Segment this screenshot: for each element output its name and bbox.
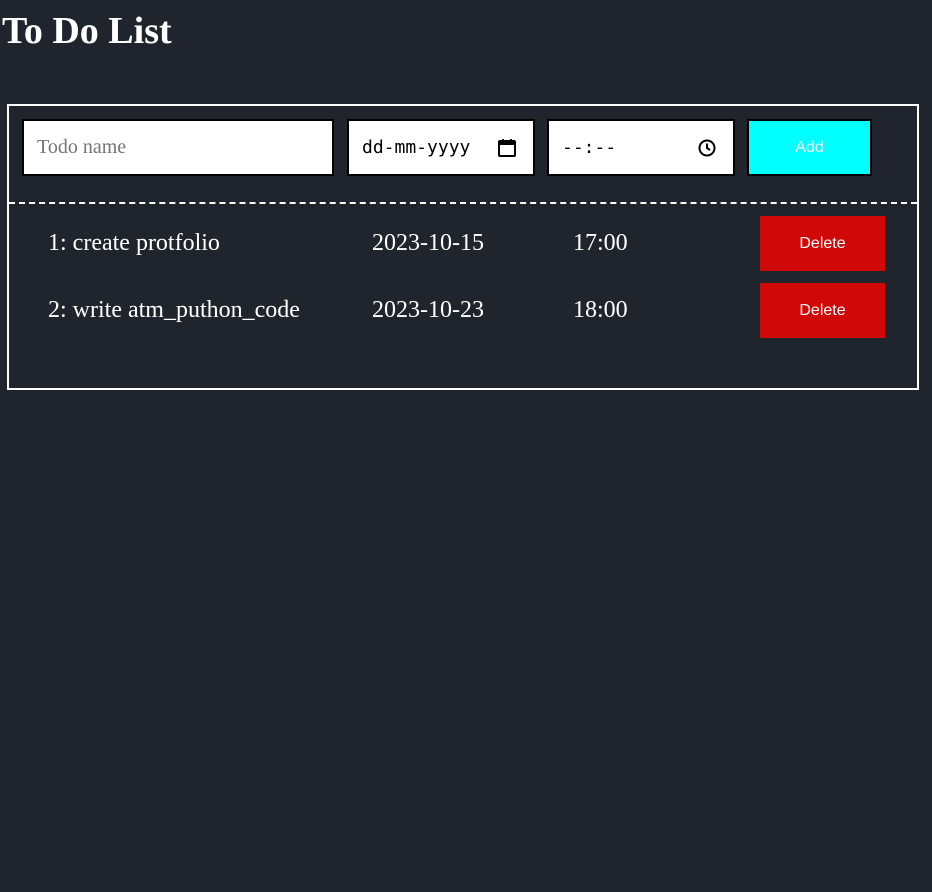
todo-name-input[interactable]: Todo name bbox=[22, 119, 334, 176]
delete-button[interactable]: Delete bbox=[760, 283, 885, 338]
todo-container: Todo name dd-mm-yyyy --:-- Add 1: create… bbox=[7, 104, 919, 390]
todo-name: 1: create protfolio bbox=[48, 230, 220, 256]
todo-name: 2: write atm_puthon_code bbox=[48, 297, 300, 323]
todo-date: 2023-10-23 bbox=[372, 297, 484, 323]
todo-row: 1: create protfolio 2023-10-15 17:00 Del… bbox=[9, 215, 917, 271]
todo-time-input[interactable]: --:-- bbox=[547, 119, 735, 176]
date-placeholder: dd-mm-yyyy bbox=[362, 137, 471, 158]
todo-row: 2: write atm_puthon_code 2023-10-23 18:0… bbox=[9, 282, 917, 338]
todo-time: 17:00 bbox=[573, 230, 628, 256]
delete-button[interactable]: Delete bbox=[760, 216, 885, 271]
todo-page: To Do List Todo name dd-mm-yyyy --:-- Ad… bbox=[0, 0, 932, 892]
todo-date: 2023-10-15 bbox=[372, 230, 484, 256]
calendar-icon[interactable] bbox=[497, 138, 517, 158]
time-placeholder: --:-- bbox=[562, 137, 617, 158]
todo-time: 18:00 bbox=[573, 297, 628, 323]
clock-icon[interactable] bbox=[697, 138, 717, 158]
todo-input-row: Todo name dd-mm-yyyy --:-- Add bbox=[9, 106, 917, 202]
todo-date-input[interactable]: dd-mm-yyyy bbox=[347, 119, 535, 176]
add-button[interactable]: Add bbox=[747, 119, 872, 176]
page-title: To Do List bbox=[2, 10, 172, 52]
divider bbox=[9, 202, 917, 204]
